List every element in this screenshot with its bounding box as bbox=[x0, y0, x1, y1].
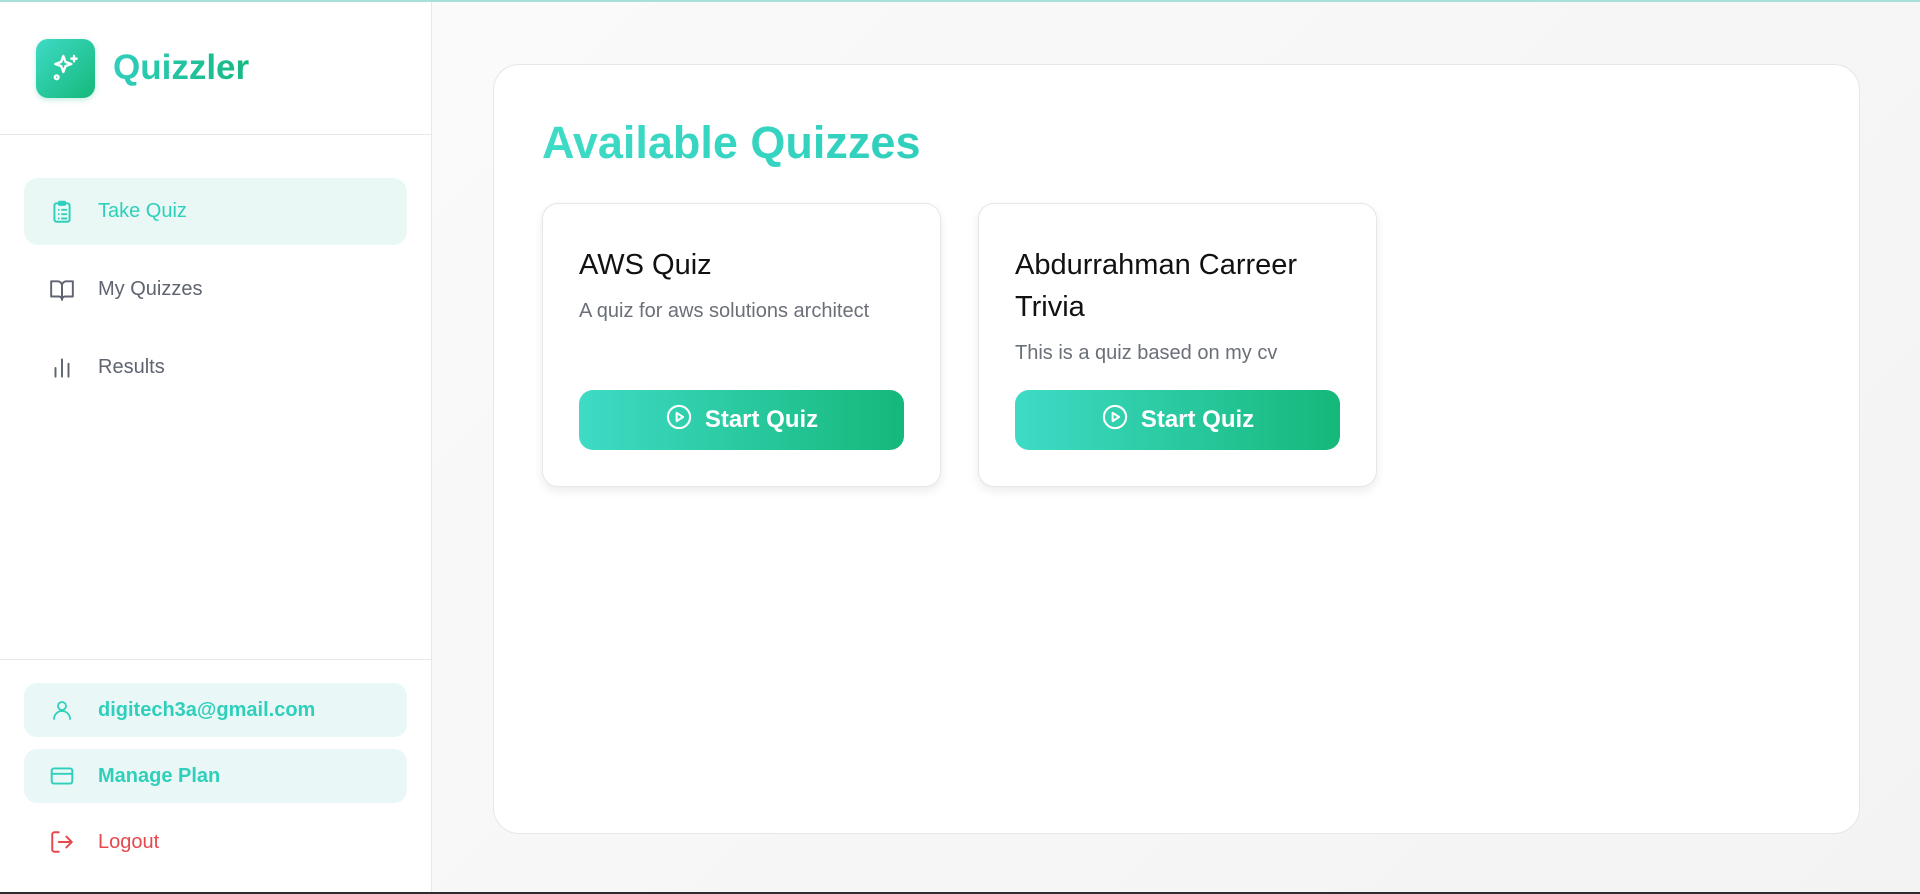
sidebar-footer: digitech3a@gmail.com Manage Plan Logout bbox=[0, 659, 431, 892]
play-circle-icon bbox=[665, 403, 693, 438]
quiz-card-list: AWS Quiz A quiz for aws solutions archit… bbox=[542, 203, 1377, 487]
clipboard-list-icon bbox=[48, 198, 76, 226]
start-quiz-button[interactable]: Start Quiz bbox=[1015, 390, 1340, 450]
sidebar-item-my-quizzes[interactable]: My Quizzes bbox=[24, 256, 407, 323]
start-quiz-button[interactable]: Start Quiz bbox=[579, 390, 904, 450]
start-quiz-label: Start Quiz bbox=[1140, 406, 1255, 433]
sparkles-icon[interactable] bbox=[36, 38, 95, 98]
quiz-description: A quiz for aws solutions architect bbox=[579, 300, 870, 322]
sidebar-item-label: Take Quiz bbox=[98, 200, 187, 222]
sidebar: Quizzler Take Quiz My Quizzes Results di… bbox=[0, 2, 432, 892]
brand: Quizzler bbox=[0, 2, 431, 135]
play-circle-icon bbox=[1101, 403, 1129, 438]
user-icon bbox=[48, 696, 76, 724]
start-quiz-label: Start Quiz bbox=[704, 406, 819, 433]
quiz-title: AWS Quiz bbox=[579, 249, 712, 281]
manage-plan-button[interactable]: Manage Plan bbox=[24, 749, 407, 803]
quizzes-panel: Available Quizzes AWS Quiz A quiz for aw… bbox=[493, 64, 1860, 834]
user-email: digitech3a@gmail.com bbox=[98, 698, 316, 721]
main-content: Available Quizzes AWS Quiz A quiz for aw… bbox=[432, 2, 1920, 892]
app-name[interactable]: Quizzler bbox=[113, 48, 249, 88]
sidebar-item-results[interactable]: Results bbox=[24, 334, 407, 401]
quiz-title: Abdurrahman Carreer Trivia bbox=[1015, 249, 1298, 323]
sidebar-nav: Take Quiz My Quizzes Results bbox=[0, 135, 431, 401]
manage-plan-label: Manage Plan bbox=[98, 764, 221, 787]
sidebar-item-take-quiz[interactable]: Take Quiz bbox=[24, 178, 407, 245]
logout-icon bbox=[48, 828, 76, 856]
quiz-description: This is a quiz based on my cv bbox=[1015, 342, 1278, 364]
quiz-card: Abdurrahman Carreer Trivia This is a qui… bbox=[978, 203, 1377, 487]
book-open-icon bbox=[48, 276, 76, 304]
logout-button[interactable]: Logout bbox=[24, 815, 407, 869]
logout-label: Logout bbox=[98, 830, 160, 853]
credit-card-icon bbox=[48, 762, 76, 790]
bar-chart-icon bbox=[48, 354, 76, 382]
user-email-button[interactable]: digitech3a@gmail.com bbox=[24, 683, 407, 737]
sidebar-item-label: My Quizzes bbox=[98, 278, 203, 300]
page-title: Available Quizzes bbox=[542, 117, 921, 168]
sidebar-item-label: Results bbox=[98, 356, 165, 378]
quiz-card: AWS Quiz A quiz for aws solutions archit… bbox=[542, 203, 941, 487]
